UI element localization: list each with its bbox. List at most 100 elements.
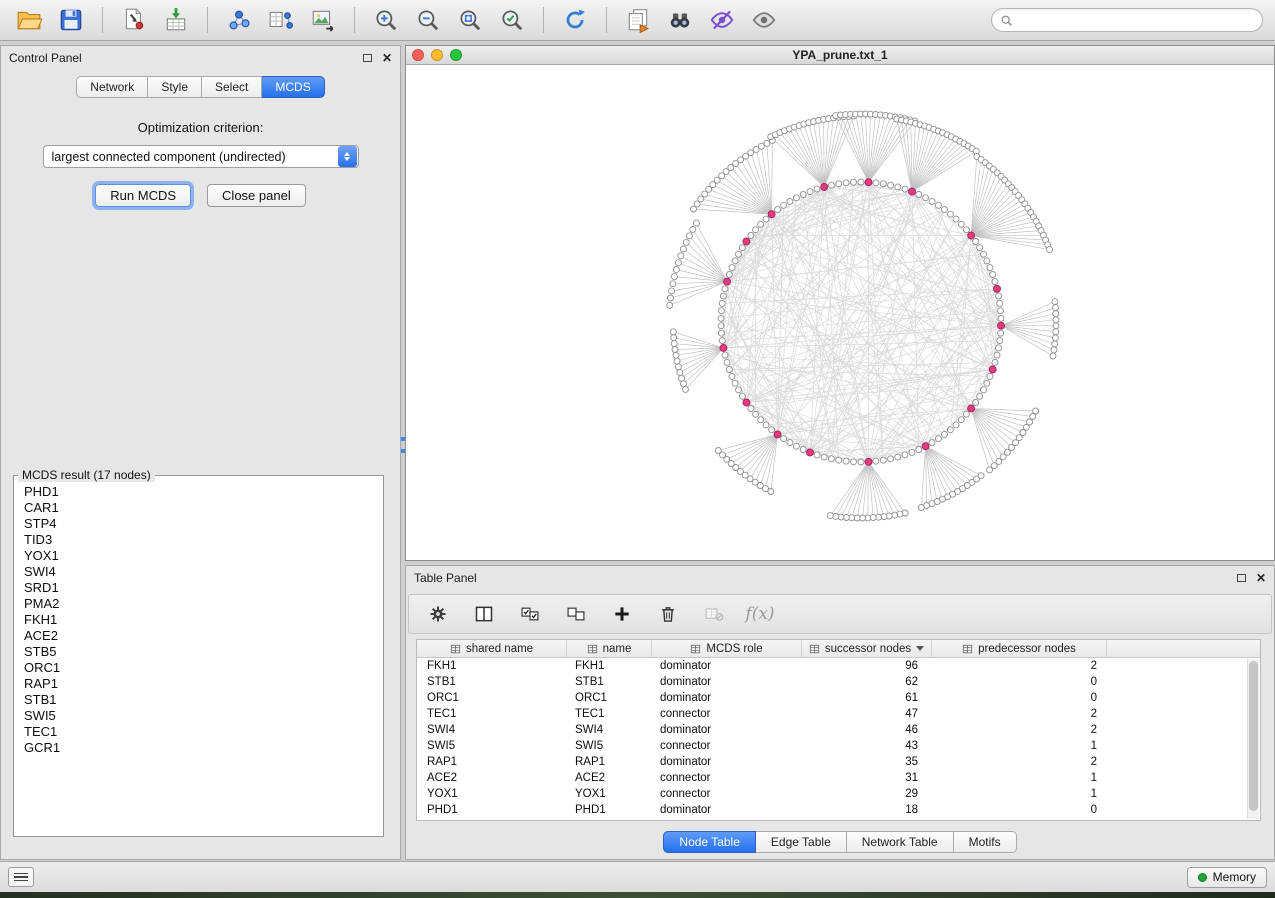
table-disabled-icon	[701, 602, 727, 626]
mcds-result-item[interactable]: STB1	[17, 692, 380, 708]
zoom-selected-icon[interactable]	[495, 4, 529, 36]
tab-node-table[interactable]: Node Table	[663, 831, 756, 853]
table-panel: Table Panel ✕	[405, 565, 1275, 860]
refresh-icon[interactable]	[558, 4, 592, 36]
table-cell: 2	[932, 706, 1107, 722]
close-window-icon[interactable]	[412, 49, 424, 61]
import-table-icon[interactable]	[159, 4, 193, 36]
memory-button[interactable]: Memory	[1187, 867, 1267, 888]
table-cell: 1	[932, 786, 1107, 802]
copy-document-icon[interactable]	[621, 4, 655, 36]
mcds-result-item[interactable]: FKH1	[17, 612, 380, 628]
zoom-out-icon[interactable]	[411, 4, 445, 36]
network-from-table-icon[interactable]	[264, 4, 298, 36]
mcds-result-item[interactable]: GCR1	[17, 740, 380, 756]
table-cell: RAP1	[567, 754, 652, 770]
close-panel-button[interactable]: Close panel	[207, 184, 306, 207]
table-row[interactable]: ACE2ACE2connector311	[417, 770, 1260, 786]
tab-style[interactable]: Style	[148, 76, 202, 98]
mcds-result-item[interactable]: SWI5	[17, 708, 380, 724]
mcds-result-item[interactable]: SWI4	[17, 564, 380, 580]
column-header-mcds-role[interactable]: MCDS role	[652, 640, 802, 657]
tab-network[interactable]: Network	[76, 76, 148, 98]
tab-mcds[interactable]: MCDS	[262, 76, 324, 98]
sort-arrow-icon[interactable]	[916, 646, 924, 651]
columns-icon[interactable]	[471, 602, 497, 626]
mcds-result-list[interactable]: PHD1CAR1STP4TID3YOX1SWI4SRD1PMA2FKH1ACE2…	[17, 484, 380, 833]
table-row[interactable]: PHD1PHD1dominator180	[417, 802, 1260, 818]
save-session-icon[interactable]	[54, 4, 88, 36]
toolbar-separator	[606, 7, 607, 33]
export-image-icon[interactable]	[306, 4, 340, 36]
table-row[interactable]: STB1STB1dominator620	[417, 674, 1260, 690]
table-cell: 18	[802, 802, 932, 818]
mcds-result-item[interactable]: PHD1	[17, 484, 380, 500]
optimization-criterion-label: Optimization criterion:	[1, 120, 400, 135]
mcds-result-item[interactable]: ORC1	[17, 660, 380, 676]
open-file-icon[interactable]	[12, 4, 46, 36]
table-scrollbar[interactable]	[1247, 659, 1259, 819]
table-row[interactable]: SWI4SWI4dominator462	[417, 722, 1260, 738]
settings-gear-icon[interactable]	[425, 602, 451, 626]
import-network-icon[interactable]	[117, 4, 151, 36]
toolbar-separator	[543, 7, 544, 33]
table-cell: PHD1	[417, 802, 567, 818]
table-row[interactable]: TEC1TEC1connector472	[417, 706, 1260, 722]
mcds-result-item[interactable]: TID3	[17, 532, 380, 548]
deselect-all-icon[interactable]	[563, 602, 589, 626]
tab-select[interactable]: Select	[202, 76, 262, 98]
zoom-fit-icon[interactable]	[453, 4, 487, 36]
float-panel-icon[interactable]	[363, 54, 372, 62]
show-elements-icon[interactable]	[747, 4, 781, 36]
scrollbar-thumb[interactable]	[1249, 661, 1258, 811]
column-header-successor-nodes[interactable]: successor nodes	[802, 640, 932, 657]
mcds-result-item[interactable]: TEC1	[17, 724, 380, 740]
toolbar-separator	[354, 7, 355, 33]
delete-row-icon[interactable]	[655, 602, 681, 626]
mcds-result-item[interactable]: ACE2	[17, 628, 380, 644]
mcds-result-group: MCDS result (17 nodes) PHD1CAR1STP4TID3Y…	[13, 468, 384, 837]
tab-network-table[interactable]: Network Table	[847, 831, 954, 853]
minimize-window-icon[interactable]	[431, 49, 443, 61]
search-field[interactable]	[991, 8, 1263, 32]
column-header-shared-name[interactable]: shared name	[417, 640, 567, 657]
close-table-panel-icon[interactable]: ✕	[1256, 572, 1266, 584]
table-row[interactable]: SWI5SWI5connector431	[417, 738, 1260, 754]
share-network-icon[interactable]	[222, 4, 256, 36]
close-panel-icon[interactable]: ✕	[382, 52, 392, 64]
mcds-result-item[interactable]: CAR1	[17, 500, 380, 516]
mcds-result-item[interactable]: STP4	[17, 516, 380, 532]
column-header-predecessor-nodes[interactable]: predecessor nodes	[932, 640, 1107, 657]
zoom-in-icon[interactable]	[369, 4, 403, 36]
float-table-panel-icon[interactable]	[1237, 574, 1246, 582]
table-cell: 1	[932, 738, 1107, 754]
search-input[interactable]	[1019, 13, 1254, 27]
tab-motifs[interactable]: Motifs	[954, 831, 1017, 853]
mcds-result-item[interactable]: STB5	[17, 644, 380, 660]
search-binoculars-icon[interactable]	[663, 4, 697, 36]
table-row[interactable]: ORC1ORC1dominator610	[417, 690, 1260, 706]
table-row[interactable]: FKH1FKH1dominator962	[417, 658, 1260, 674]
hide-elements-icon[interactable]	[705, 4, 739, 36]
network-canvas[interactable]	[406, 65, 1274, 560]
function-fx-icon: f(x)	[747, 602, 773, 626]
add-row-icon[interactable]	[609, 602, 635, 626]
table-row[interactable]: RAP1RAP1dominator352	[417, 754, 1260, 770]
table-cell: ACE2	[417, 770, 567, 786]
optimization-criterion-dropdown[interactable]: largest connected component (undirected)	[43, 145, 359, 168]
column-header-name[interactable]: name	[567, 640, 652, 657]
run-mcds-button[interactable]: Run MCDS	[95, 184, 191, 207]
mcds-result-item[interactable]: SRD1	[17, 580, 380, 596]
task-list-icon[interactable]	[8, 867, 34, 887]
toolbar-separator	[207, 7, 208, 33]
table-row[interactable]: YOX1YOX1connector291	[417, 786, 1260, 802]
table-cell: 35	[802, 754, 932, 770]
network-title-bar[interactable]: YPA_prune.txt_1	[406, 46, 1274, 65]
tab-edge-table[interactable]: Edge Table	[756, 831, 847, 853]
mcds-result-item[interactable]: YOX1	[17, 548, 380, 564]
mcds-result-item[interactable]: RAP1	[17, 676, 380, 692]
dropdown-stepper-icon	[338, 146, 357, 167]
maximize-window-icon[interactable]	[450, 49, 462, 61]
mcds-result-item[interactable]: PMA2	[17, 596, 380, 612]
select-all-icon[interactable]	[517, 602, 543, 626]
